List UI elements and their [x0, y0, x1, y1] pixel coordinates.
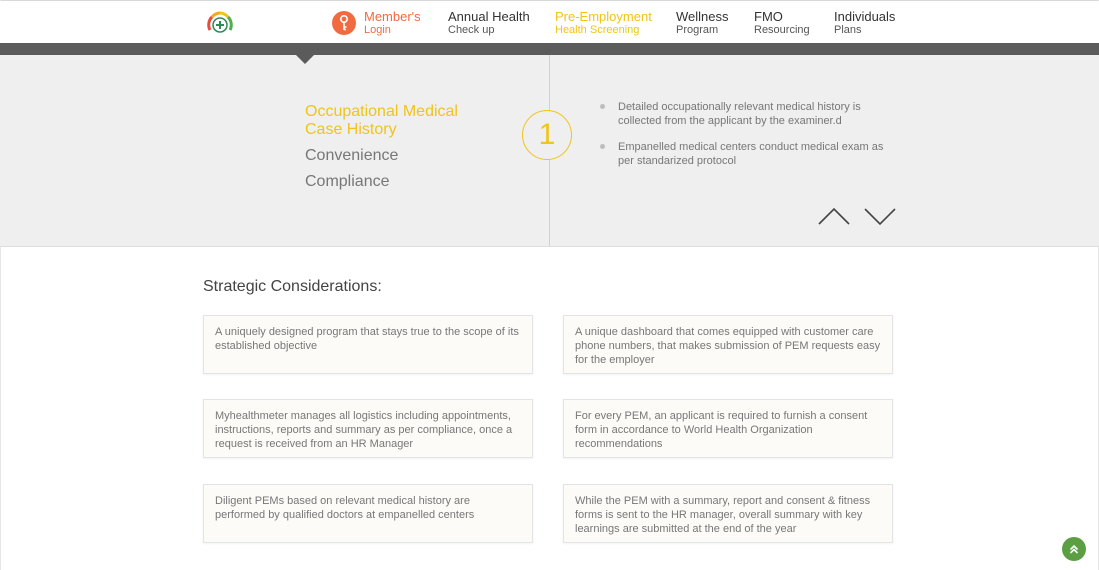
bullet-text: Empanelled medical centers conduct medic…: [618, 141, 884, 167]
nav-title: Member's: [364, 9, 421, 24]
nav-title: Annual Health: [448, 9, 530, 24]
health-meter-logo-icon[interactable]: [206, 10, 234, 38]
consideration-card: While the PEM with a summary, report and…: [563, 484, 893, 543]
key-icon[interactable]: [332, 11, 356, 35]
nav-title: Wellness: [676, 9, 729, 24]
topic-compliance[interactable]: Compliance: [305, 173, 389, 191]
feature-bullet-list: Detailed occupationally relevant medical…: [600, 100, 900, 180]
chevron-down-icon[interactable]: [863, 206, 897, 226]
nav-members-login[interactable]: Member's Login: [364, 9, 421, 37]
chevron-up-icon[interactable]: [817, 206, 851, 226]
list-item: Empanelled medical centers conduct medic…: [600, 140, 900, 168]
consideration-card: Diligent PEMs based on relevant medical …: [203, 484, 533, 543]
nav-subtitle: Program: [676, 24, 719, 36]
nav-subtitle: Check up: [448, 24, 495, 36]
nav-subtitle: Plans: [834, 24, 862, 36]
nav-annual-health[interactable]: Annual Health Check up: [448, 9, 530, 37]
nav-subtitle: Resourcing: [754, 24, 810, 36]
nav-title: FMO: [754, 9, 783, 24]
topic-line: Occupational Medical: [305, 103, 458, 120]
topic-convenience[interactable]: Convenience: [305, 147, 398, 165]
topic-line: Compliance: [305, 173, 390, 190]
consideration-card: A uniquely designed program that stays t…: [203, 315, 533, 374]
consideration-card: A unique dashboard that comes equipped w…: [563, 315, 893, 374]
list-item: Detailed occupationally relevant medical…: [600, 100, 900, 128]
consideration-card: For every PEM, an applicant is required …: [563, 399, 893, 458]
nav-pre-employment[interactable]: Pre-Employment Health Screening: [555, 9, 652, 37]
topic-line: Convenience: [305, 147, 399, 164]
step-number-circle: 1: [522, 110, 572, 160]
bullet-dot: [600, 104, 605, 109]
nav-title: Pre-Employment: [555, 9, 652, 24]
section-title: Strategic Considerations:: [203, 278, 382, 295]
nav-subtitle: Health Screening: [555, 24, 640, 36]
nav-fmo[interactable]: FMO Resourcing: [754, 9, 810, 37]
nav-title: Individuals: [834, 9, 896, 24]
topic-occupational-medical-case-history[interactable]: Occupational Medical Case History: [305, 103, 458, 139]
double-chevron-up-icon: [1069, 544, 1079, 554]
consideration-card: Myhealthmeter manages all logistics incl…: [203, 399, 533, 458]
nav-individuals[interactable]: Individuals Plans: [834, 9, 895, 37]
header-divider-bar: [0, 43, 1099, 55]
nav-subtitle: Login: [364, 24, 391, 36]
bullet-dot: [600, 144, 605, 149]
bullet-text: Detailed occupationally relevant medical…: [618, 101, 861, 127]
active-pointer-arrow: [296, 55, 314, 64]
site-header: Member's Login Annual Health Check up Pr…: [0, 1, 1099, 43]
scroll-to-top-button[interactable]: [1062, 537, 1086, 561]
topic-line: Case History: [305, 121, 397, 138]
nav-wellness[interactable]: Wellness Program: [676, 9, 729, 37]
